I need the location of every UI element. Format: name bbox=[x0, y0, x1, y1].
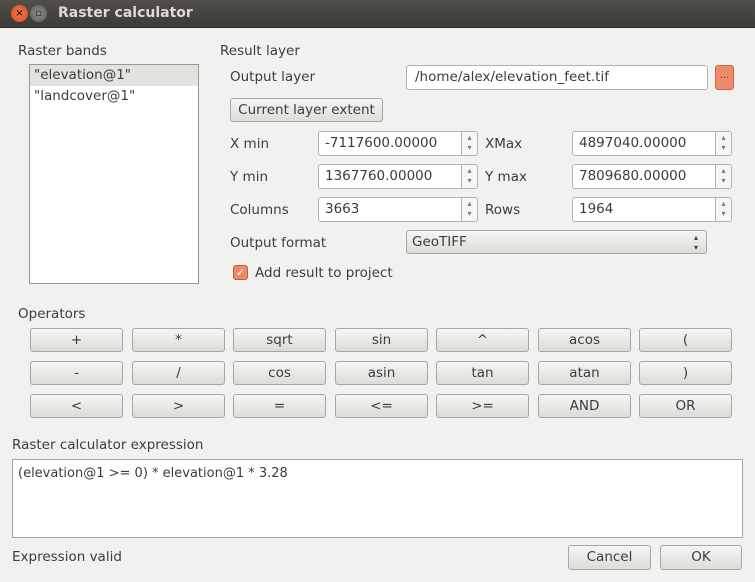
rows-label: Rows bbox=[485, 202, 521, 218]
list-item[interactable]: "elevation@1" bbox=[30, 65, 198, 86]
expression-status: Expression valid bbox=[12, 549, 122, 565]
operator-button[interactable]: ) bbox=[639, 361, 732, 385]
title-bar: × ▫ Raster calculator bbox=[0, 0, 755, 28]
add-result-checkbox[interactable]: ✓ bbox=[233, 265, 248, 280]
spin-arrows-icon[interactable]: ▴ ▾ bbox=[462, 131, 478, 156]
xmax-spinbox[interactable]: 4897040.00000 ▴ ▾ bbox=[572, 131, 732, 156]
current-layer-extent-button[interactable]: Current layer extent bbox=[230, 98, 383, 122]
spin-arrows-icon[interactable]: ▴ ▾ bbox=[462, 197, 478, 222]
columns-label: Columns bbox=[230, 202, 289, 218]
operator-button[interactable]: sqrt bbox=[233, 328, 326, 352]
operator-button[interactable]: acos bbox=[538, 328, 631, 352]
output-format-select[interactable]: GeoTIFF ▴ ▾ bbox=[406, 230, 707, 254]
output-layer-input[interactable]: /home/alex/elevation_feet.tif bbox=[406, 65, 708, 90]
operator-button[interactable]: / bbox=[132, 361, 225, 385]
rows-spinbox[interactable]: 1964 ▴ ▾ bbox=[572, 197, 732, 222]
ymin-value[interactable]: 1367760.00000 bbox=[318, 164, 462, 189]
xmin-spinbox[interactable]: -7117600.00000 ▴ ▾ bbox=[318, 131, 478, 156]
operator-button[interactable]: > bbox=[132, 394, 225, 418]
operator-button[interactable]: AND bbox=[538, 394, 631, 418]
close-icon[interactable]: × bbox=[11, 5, 28, 22]
columns-spinbox[interactable]: 3663 ▴ ▾ bbox=[318, 197, 478, 222]
operators-label: Operators bbox=[18, 306, 86, 322]
xmin-label: X min bbox=[230, 136, 269, 152]
cancel-button[interactable]: Cancel bbox=[568, 545, 651, 570]
xmin-value[interactable]: -7117600.00000 bbox=[318, 131, 462, 156]
ymax-value[interactable]: 7809680.00000 bbox=[572, 164, 716, 189]
minimize-icon[interactable]: ▫ bbox=[30, 5, 47, 22]
operator-button[interactable]: ( bbox=[639, 328, 732, 352]
combo-arrows-icon: ▴ ▾ bbox=[693, 233, 698, 252]
list-item[interactable]: "landcover@1" bbox=[30, 86, 198, 107]
window-title: Raster calculator bbox=[58, 5, 193, 21]
output-format-label: Output format bbox=[230, 235, 327, 251]
spin-arrows-icon[interactable]: ▴ ▾ bbox=[462, 164, 478, 189]
browse-button[interactable]: ... bbox=[715, 65, 734, 90]
operator-button[interactable]: + bbox=[30, 328, 123, 352]
operator-button[interactable]: tan bbox=[436, 361, 529, 385]
expression-textarea[interactable]: (elevation@1 >= 0) * elevation@1 * 3.28 bbox=[12, 459, 743, 538]
spin-arrows-icon[interactable]: ▴ ▾ bbox=[716, 131, 732, 156]
ok-button[interactable]: OK bbox=[660, 545, 742, 570]
ymax-spinbox[interactable]: 7809680.00000 ▴ ▾ bbox=[572, 164, 732, 189]
operator-button[interactable]: atan bbox=[538, 361, 631, 385]
output-format-value: GeoTIFF bbox=[412, 234, 467, 250]
add-result-label: Add result to project bbox=[255, 265, 393, 281]
operator-button[interactable]: ^ bbox=[436, 328, 529, 352]
operator-button[interactable]: cos bbox=[233, 361, 326, 385]
operator-button[interactable]: <= bbox=[335, 394, 428, 418]
expression-label: Raster calculator expression bbox=[12, 437, 204, 453]
xmax-value[interactable]: 4897040.00000 bbox=[572, 131, 716, 156]
xmax-label: XMax bbox=[485, 136, 523, 152]
spin-arrows-icon[interactable]: ▴ ▾ bbox=[716, 164, 732, 189]
operator-button[interactable]: sin bbox=[335, 328, 428, 352]
operator-button[interactable]: asin bbox=[335, 361, 428, 385]
ymax-label: Y max bbox=[485, 169, 527, 185]
operator-button[interactable]: * bbox=[132, 328, 225, 352]
operator-button[interactable]: >= bbox=[436, 394, 529, 418]
rows-value[interactable]: 1964 bbox=[572, 197, 716, 222]
ymin-spinbox[interactable]: 1367760.00000 ▴ ▾ bbox=[318, 164, 478, 189]
operator-button[interactable]: - bbox=[30, 361, 123, 385]
operator-button[interactable]: OR bbox=[639, 394, 732, 418]
spin-arrows-icon[interactable]: ▴ ▾ bbox=[716, 197, 732, 222]
operator-button[interactable]: = bbox=[233, 394, 326, 418]
output-layer-label: Output layer bbox=[230, 69, 316, 85]
operator-button[interactable]: < bbox=[30, 394, 123, 418]
result-layer-label: Result layer bbox=[220, 43, 300, 59]
columns-value[interactable]: 3663 bbox=[318, 197, 462, 222]
ymin-label: Y min bbox=[230, 169, 268, 185]
raster-bands-list[interactable]: "elevation@1" "landcover@1" bbox=[29, 64, 199, 284]
raster-bands-label: Raster bands bbox=[18, 43, 107, 59]
